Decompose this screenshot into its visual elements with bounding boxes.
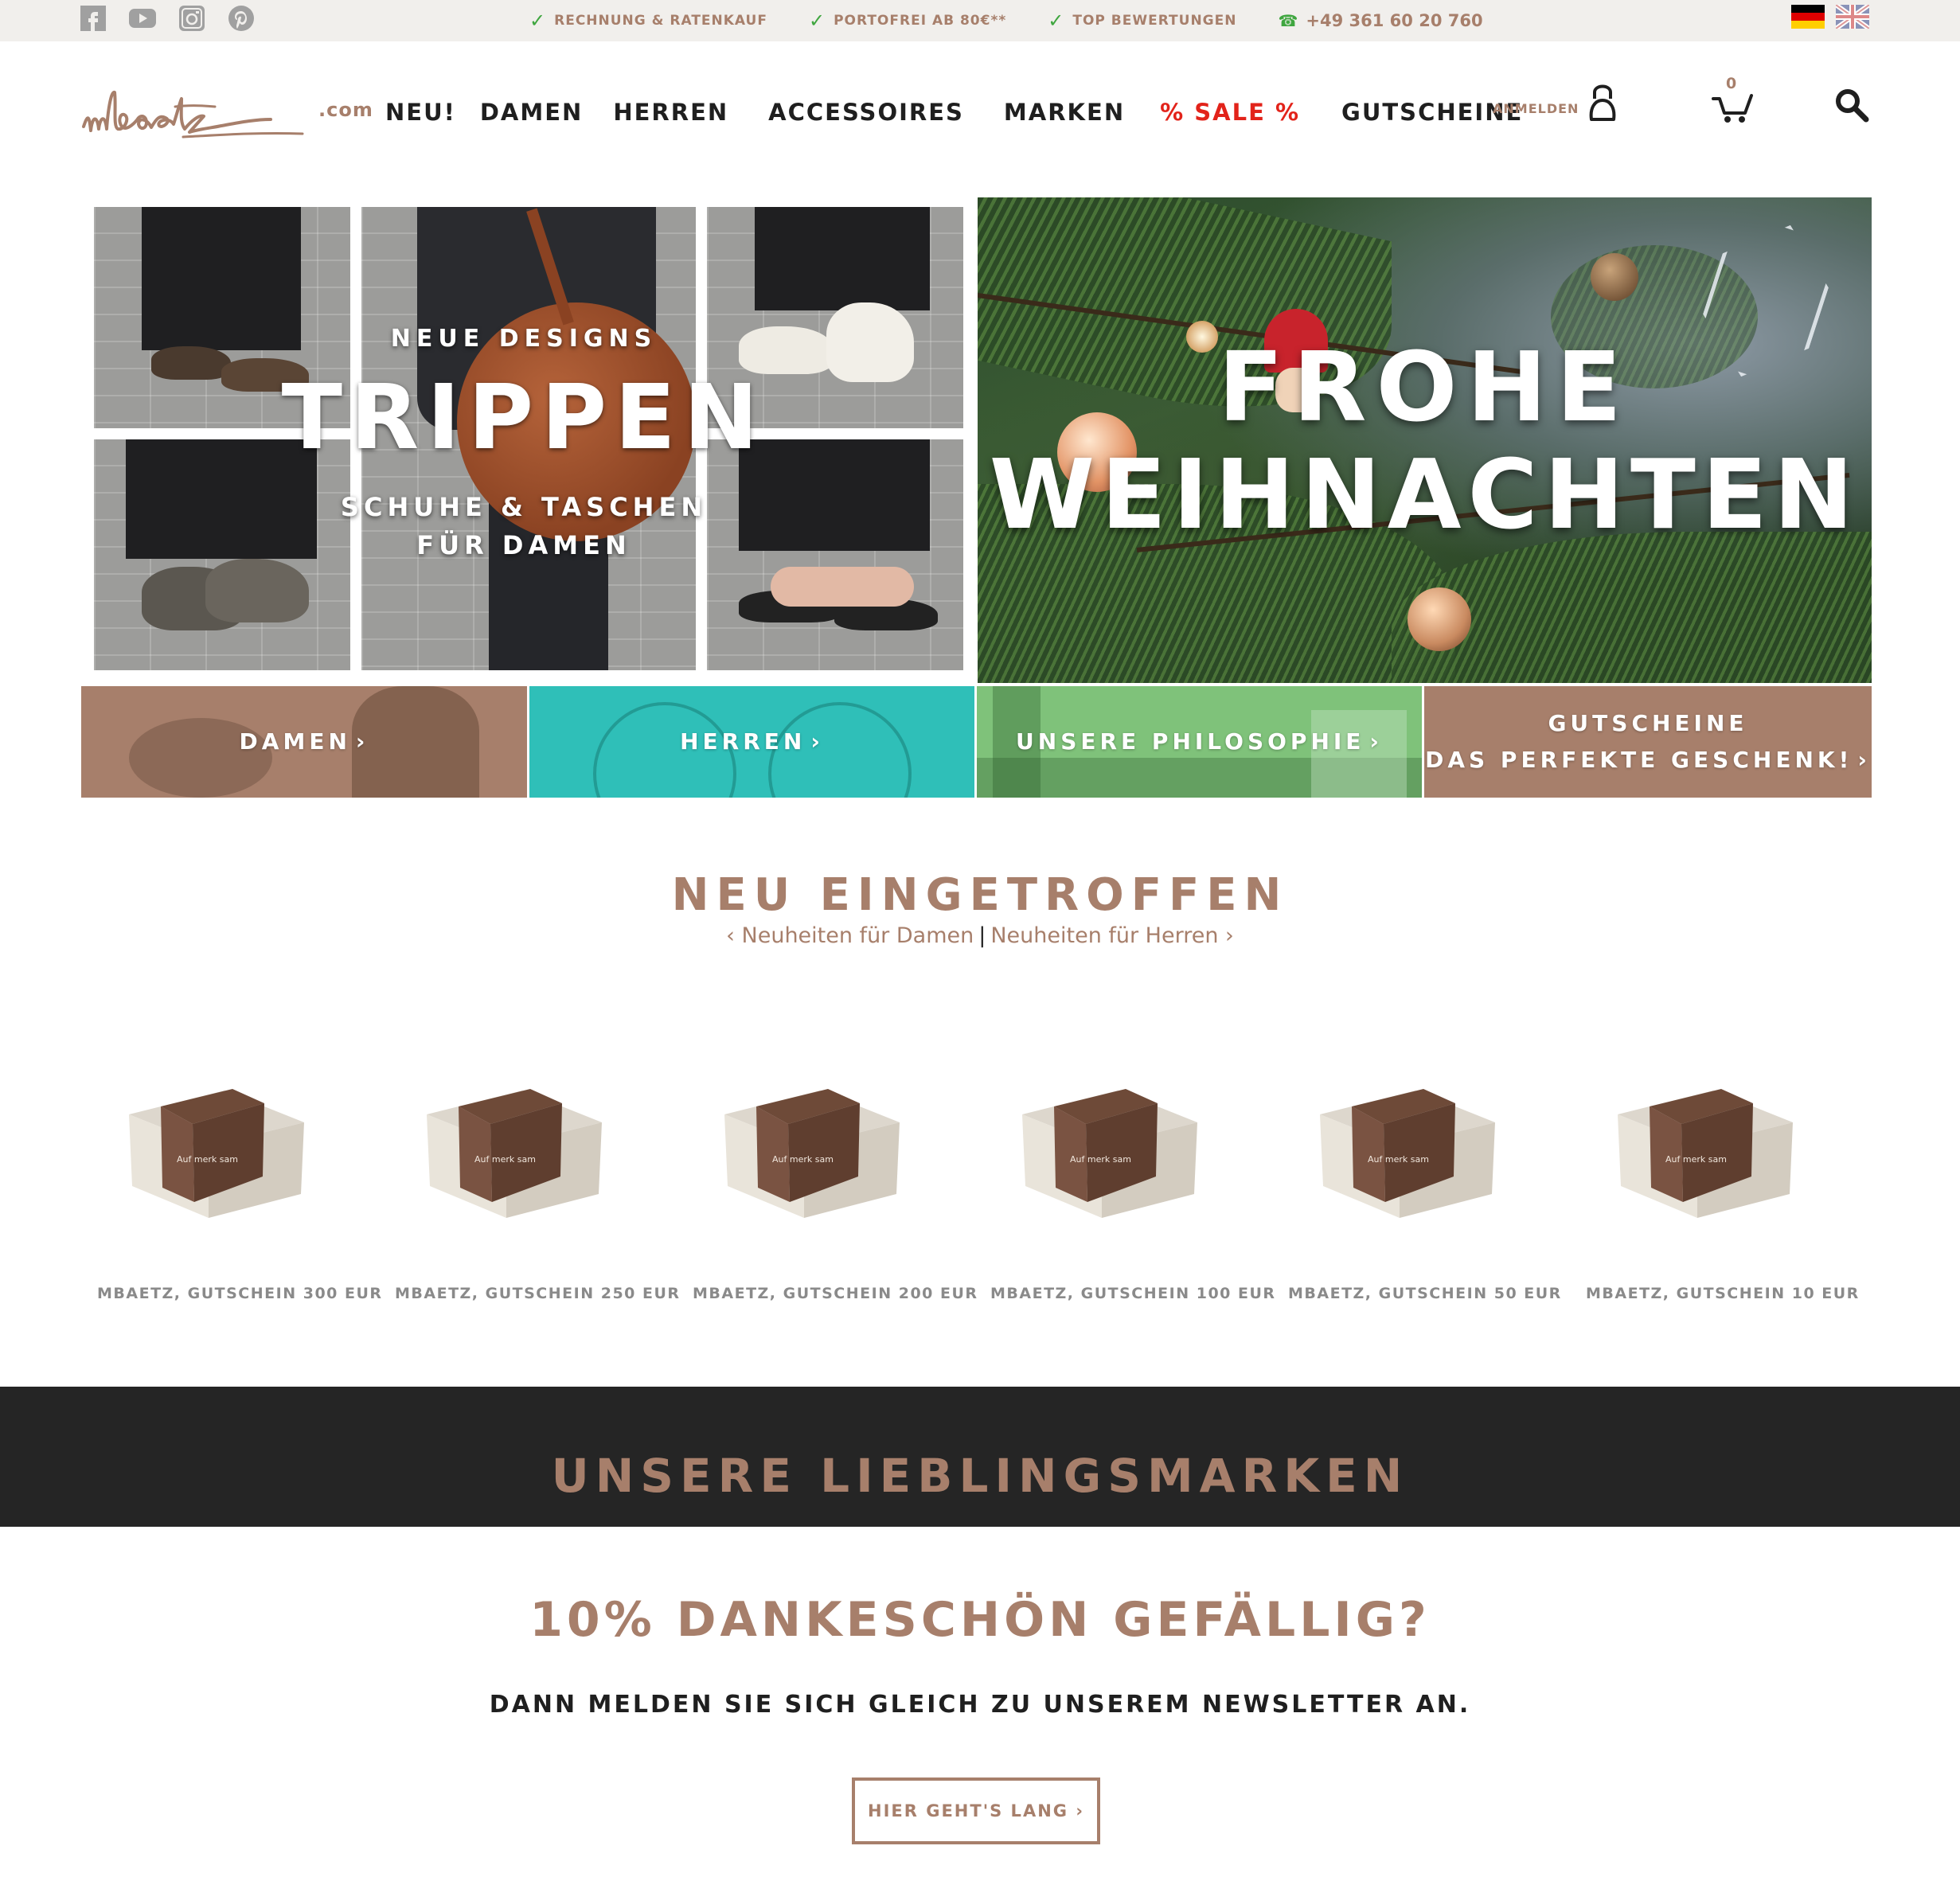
category-label: GUTSCHEINE DAS PERFEKTE GESCHENK! › — [1425, 710, 1871, 773]
usp-item: ✓ PORTOFREI AB 80€** — [809, 10, 1006, 32]
site-header: .com NEU! DAMEN HERREN ACCESSOIRES MARKE… — [0, 41, 1960, 185]
gift-box-image: Auf merk sam — [724, 1089, 900, 1218]
product-name: MBAETZ, GUTSCHEIN 300 EUR — [97, 1285, 383, 1302]
gift-box-image: Auf merk sam — [1618, 1089, 1793, 1218]
nav-item-new[interactable]: NEU! — [385, 99, 456, 126]
check-icon: ✓ — [529, 10, 547, 32]
brands-title: UNSERE LIEBLINGSMARKEN — [551, 1449, 1409, 1503]
product-name: MBAETZ, GUTSCHEIN 10 EUR — [1586, 1285, 1860, 1302]
product-card[interactable]: Auf merk sam MBAETZ, GUTSCHEIN 10 EUR — [1586, 995, 1860, 1313]
gift-box-image: Auf merk sam — [1320, 1089, 1495, 1218]
chevron-right-icon: › — [1369, 728, 1383, 755]
phone-number[interactable]: ☎ +49 361 60 20 760 — [1278, 11, 1482, 30]
category-label: DAMEN › — [239, 728, 369, 755]
product-card[interactable]: Auf merk sam MBAETZ, GUTSCHEIN 250 EUR — [395, 995, 681, 1313]
category-tile-damen[interactable]: DAMEN › — [81, 686, 527, 798]
product-carousel: Auf merk sam MBAETZ, GUTSCHEIN 300 EUR Auf… — [97, 995, 1858, 1313]
category-tile-philosophie[interactable]: UNSERE PHILOSOPHIE › — [977, 686, 1422, 798]
logo-script — [82, 91, 304, 139]
nav-item-damen[interactable]: DAMEN — [480, 99, 583, 126]
new-arrivals-links: ‹ Neuheiten für Damen | Neuheiten für Herr… — [0, 923, 1960, 948]
product-card[interactable]: Auf merk sam MBAETZ, GUTSCHEIN 50 EUR — [1288, 995, 1562, 1313]
box-label-text: Auf merk sam — [177, 1154, 238, 1165]
login-label: ANMELDEN — [1493, 101, 1579, 116]
product-card[interactable]: Auf merk sam MBAETZ, GUTSCHEIN 300 EUR — [97, 995, 383, 1313]
cart-button[interactable]: 0 — [1710, 75, 1756, 126]
link-new-women[interactable]: ‹ Neuheiten für Damen — [726, 923, 974, 948]
nav-item-accessoires[interactable]: ACCESSOIRES — [768, 99, 964, 126]
usp-item: ✓ RECHNUNG & RATENKAUF — [529, 10, 767, 32]
usp-label: RECHNUNG & RATENKAUF — [554, 13, 767, 29]
category-label: HERREN › — [680, 728, 824, 755]
phone-icon: ☎ — [1278, 11, 1298, 30]
facebook-icon[interactable] — [80, 5, 107, 32]
cart-count: 0 — [1726, 75, 1737, 92]
link-separator: | — [978, 923, 986, 948]
product-name: MBAETZ, GUTSCHEIN 200 EUR — [693, 1285, 978, 1302]
hero-trippen-kicker: NEUE DESIGNS — [390, 325, 658, 353]
instagram-icon[interactable] — [178, 5, 205, 32]
search-icon — [1836, 89, 1869, 123]
product-card[interactable]: Auf merk sam MBAETZ, GUTSCHEIN 200 EUR — [693, 995, 978, 1313]
gift-box-image: Auf merk sam — [1022, 1089, 1197, 1218]
new-arrivals-title: NEU EINGETROFFEN — [671, 869, 1289, 921]
category-tile-herren[interactable]: HERREN › — [529, 686, 974, 798]
main-navigation: NEU! DAMEN HERREN ACCESSOIRES MARKEN % S… — [385, 99, 1523, 126]
chevron-right-icon: › — [355, 728, 369, 755]
hero-banner-christmas[interactable]: FROHE WEIHNACHTEN — [978, 197, 1872, 683]
hero-christmas-line1: FROHE — [1218, 333, 1631, 443]
hero-trippen-title: TRIPPEN — [281, 366, 767, 470]
hero-christmas-line2: WEIHNACHTEN — [989, 440, 1860, 551]
check-icon: ✓ — [1048, 10, 1065, 32]
bauble-graphic — [1591, 253, 1638, 301]
check-icon: ✓ — [808, 10, 826, 32]
box-label-text: Auf merk sam — [474, 1154, 536, 1165]
box-label-text: Auf merk sam — [772, 1154, 834, 1165]
hero-trippen-line1: SCHUHE & TASCHEN — [340, 492, 708, 522]
search-button[interactable] — [1834, 88, 1869, 123]
box-label-text: Auf merk sam — [1368, 1154, 1429, 1165]
site-logo[interactable]: .com — [80, 83, 374, 146]
nav-item-sale[interactable]: % SALE % — [1160, 99, 1300, 126]
bauble-graphic — [1408, 587, 1471, 651]
product-name: MBAETZ, GUTSCHEIN 250 EUR — [395, 1285, 681, 1302]
newsletter-subtitle: DANN MELDEN SIE SICH GLEICH ZU UNSEREM N… — [489, 1691, 1471, 1719]
login-link[interactable]: ANMELDEN — [1493, 81, 1618, 123]
hero-banner-trippen[interactable]: NEUE DESIGNS TRIPPEN SCHUHE & TASCHEN FÜ… — [81, 197, 966, 673]
pinterest-icon[interactable] — [228, 5, 255, 32]
user-lock-icon — [1590, 84, 1616, 121]
phone-label: +49 361 60 20 760 — [1306, 11, 1483, 30]
usp-label: PORTOFREI AB 80€** — [834, 13, 1007, 29]
de-flag-icon[interactable] — [1791, 5, 1825, 29]
box-label-text: Auf merk sam — [1665, 1154, 1727, 1165]
usp-list: ✓ RECHNUNG & RATENKAUF ✓ PORTOFREI AB 80€*… — [529, 0, 1525, 41]
hero-trippen-subtitle: SCHUHE & TASCHEN FÜR DAMEN — [81, 488, 966, 564]
social-links — [80, 5, 255, 32]
usp-item: ✓ TOP BEWERTUNGEN — [1048, 10, 1236, 32]
category-label: UNSERE PHILOSOPHIE › — [1016, 728, 1383, 755]
box-label-text: Auf merk sam — [1070, 1154, 1131, 1165]
link-new-men[interactable]: Neuheiten für Herren › — [990, 923, 1234, 948]
product-name: MBAETZ, GUTSCHEIN 50 EUR — [1288, 1285, 1562, 1302]
product-card[interactable]: Auf merk sam MBAETZ, GUTSCHEIN 100 EUR — [990, 995, 1276, 1313]
newsletter-signup-button[interactable]: HIER GEHT'S LANG › — [852, 1777, 1100, 1844]
uk-flag-icon[interactable] — [1834, 2, 1871, 31]
logo-domain: .com — [318, 99, 373, 121]
chevron-right-icon: › — [1857, 747, 1871, 773]
gift-box-image: Auf merk sam — [427, 1089, 602, 1218]
nav-item-herren[interactable]: HERREN — [613, 99, 728, 126]
usp-label: TOP BEWERTUNGEN — [1072, 13, 1237, 29]
nav-item-marken[interactable]: MARKEN — [1004, 99, 1125, 126]
chevron-right-icon: › — [810, 728, 824, 755]
youtube-icon[interactable] — [129, 5, 156, 32]
gift-box-image: Auf merk sam — [129, 1089, 304, 1218]
product-name: MBAETZ, GUTSCHEIN 100 EUR — [990, 1285, 1276, 1302]
category-tile-gutscheine[interactable]: GUTSCHEINE DAS PERFEKTE GESCHENK! › — [1424, 686, 1872, 798]
language-switcher — [1791, 2, 1871, 31]
top-bar: ✓ RECHNUNG & RATENKAUF ✓ PORTOFREI AB 80€*… — [0, 0, 1960, 41]
hero-trippen-line2: FÜR DAMEN — [416, 530, 631, 560]
newsletter-title: 10% DANKESCHÖN GEFÄLLIG? — [529, 1592, 1431, 1648]
category-tiles: DAMEN › HERREN › UNSERE PHILOSOPHIE › GUTSC… — [81, 686, 1872, 798]
